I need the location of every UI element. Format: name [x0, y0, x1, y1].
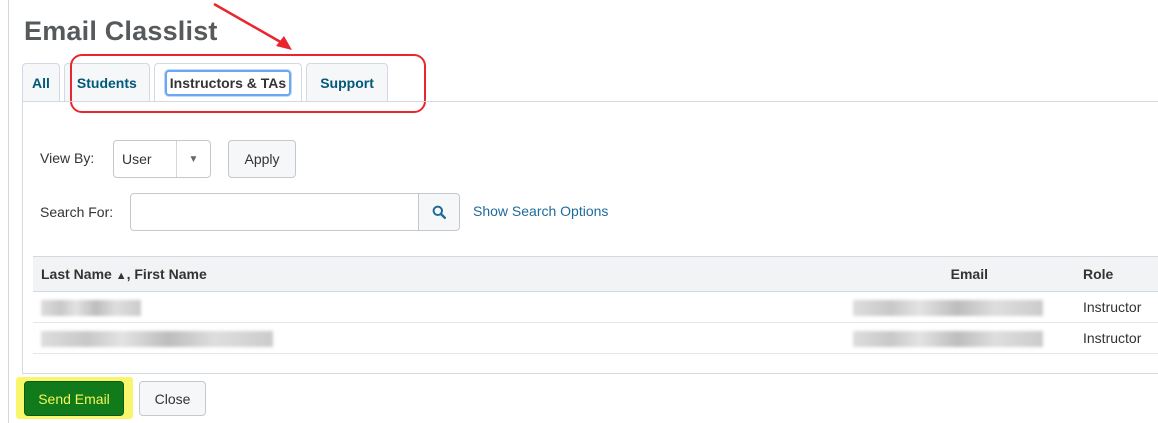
role-cell: Instructor — [1083, 291, 1158, 323]
role-column-header: Role — [1083, 256, 1158, 292]
first-name-header[interactable]: , First Name — [127, 266, 207, 282]
annotation-arrow — [213, 2, 292, 50]
chevron-down-icon: ▼ — [188, 153, 199, 165]
tab-all[interactable]: All — [22, 63, 60, 102]
tab-label: All — [32, 75, 50, 91]
email-column-header: Email — [853, 256, 1083, 292]
name-cell — [33, 291, 853, 323]
search-icon — [432, 205, 446, 219]
show-search-options-link[interactable]: Show Search Options — [473, 203, 608, 219]
table-header-row: Last Name ▲, First Name Email Role — [33, 256, 1158, 292]
view-by-select[interactable]: User ▼ — [113, 140, 211, 178]
view-by-label: View By: — [40, 150, 95, 166]
redacted-email — [853, 299, 1043, 316]
redacted-name — [41, 330, 273, 347]
view-by-value: User — [122, 151, 152, 167]
footer-divider — [22, 373, 1158, 374]
name-cell — [33, 322, 853, 354]
sort-ascending-icon: ▲ — [115, 270, 127, 282]
search-input[interactable] — [130, 193, 419, 231]
name-column-header[interactable]: Last Name ▲, First Name — [33, 256, 853, 292]
apply-button[interactable]: Apply — [228, 140, 296, 178]
close-button[interactable]: Close — [139, 381, 206, 416]
search-button[interactable] — [418, 193, 460, 231]
email-cell — [853, 322, 1083, 354]
redacted-email — [853, 330, 1043, 347]
table-row: Instructor — [33, 322, 1158, 354]
last-name-header[interactable]: Last Name — [41, 266, 112, 282]
page-title: Email Classlist — [24, 16, 218, 46]
search-label: Search For: — [40, 204, 114, 220]
redacted-name — [41, 299, 141, 316]
send-email-button[interactable]: Send Email — [24, 381, 124, 416]
table-row: Instructor — [33, 291, 1158, 323]
classlist-table: Last Name ▲, First Name Email Role Instr… — [33, 256, 1158, 354]
role-cell: Instructor — [1083, 322, 1158, 354]
email-cell — [853, 291, 1083, 323]
